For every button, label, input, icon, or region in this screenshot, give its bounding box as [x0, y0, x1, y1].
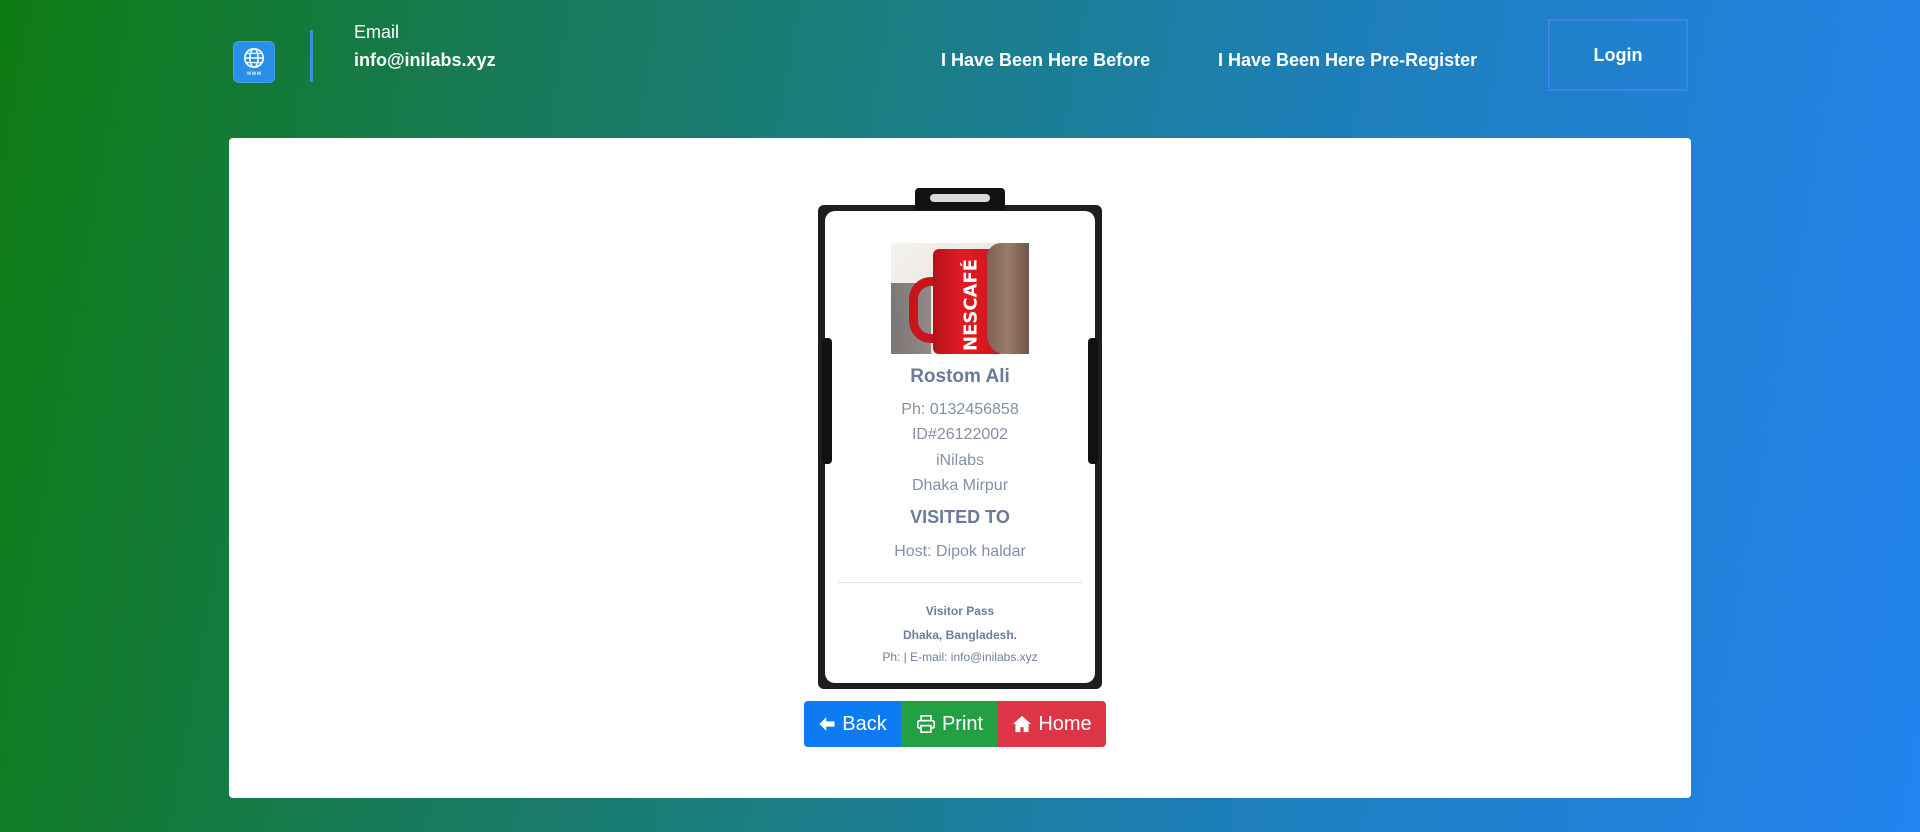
home-icon — [1013, 715, 1032, 733]
visited-heading: VISITED TO — [910, 507, 1010, 527]
header-divider — [310, 30, 313, 82]
action-button-group: Back Print Home — [804, 701, 1106, 747]
print-button-label: Print — [941, 712, 984, 735]
arrow-left-icon — [819, 717, 835, 731]
back-button-label: Back — [842, 712, 887, 735]
nav-been-here-before[interactable]: I Have Been Here Before — [941, 50, 1150, 71]
mug-logo-text: NESCAFÉ — [960, 258, 982, 351]
printer-icon — [916, 715, 935, 733]
nav-been-here-pre-register[interactable]: I Have Been Here Pre-Register — [1218, 50, 1477, 71]
back-button[interactable]: Back — [804, 701, 901, 747]
pass-location: Dhaka, Bangladesh. — [902, 628, 1018, 642]
visitor-phone: Ph: 0132456858 — [901, 401, 1019, 418]
visitor-host: Host: Dipok haldar — [894, 543, 1026, 560]
hand — [987, 243, 1029, 354]
visitor-organization: iNilabs — [935, 452, 984, 469]
globe-icon — [244, 48, 264, 68]
home-button[interactable]: Home — [998, 701, 1106, 747]
visitor-id: ID#26122002 — [911, 426, 1009, 443]
badge-clip-slot — [930, 194, 990, 202]
print-button[interactable]: Print — [901, 701, 998, 747]
visitor-photo: NESCAFÉ — [891, 243, 1029, 354]
login-button[interactable]: Login — [1548, 19, 1688, 91]
email-value: info@inilabs.xyz — [354, 50, 496, 70]
logo-caption: www — [246, 70, 262, 77]
site-logo[interactable]: www — [233, 41, 275, 83]
pass-title: Visitor Pass — [925, 604, 995, 618]
visitor-name: Rostom Ali — [910, 366, 1010, 387]
home-button-label: Home — [1038, 712, 1092, 735]
badge-divider — [838, 582, 1082, 583]
pass-contact: Ph: | E-mail: info@inilabs.xyz — [882, 650, 1038, 664]
visitor-address: Dhaka Mirpur — [911, 477, 1009, 494]
email-label: Email — [354, 22, 400, 42]
